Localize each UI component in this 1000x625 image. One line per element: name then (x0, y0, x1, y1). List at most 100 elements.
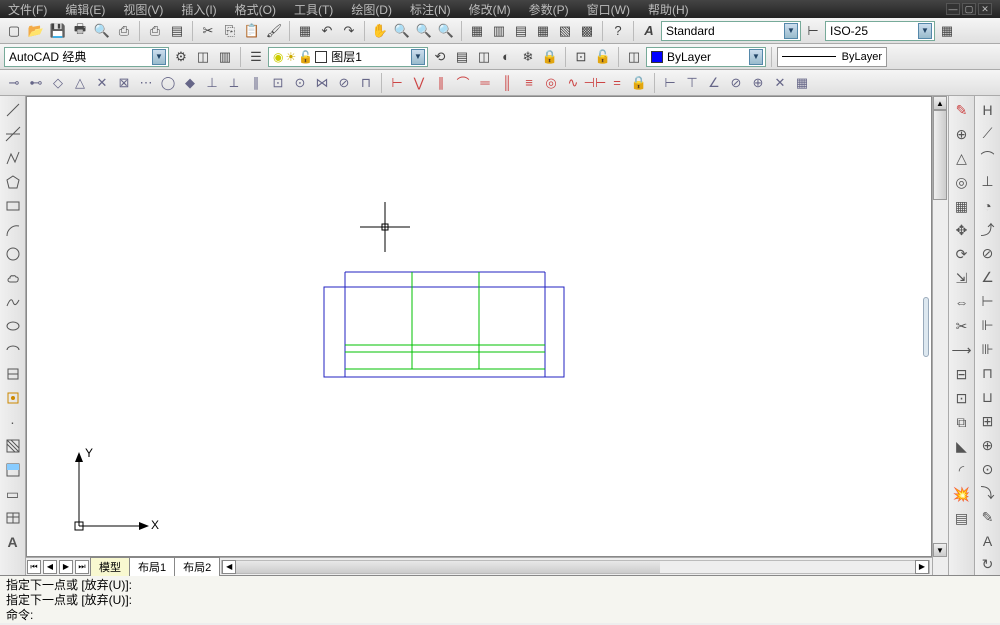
close-button[interactable]: ✕ (978, 3, 992, 15)
tolerance-icon[interactable]: ⊞ (978, 411, 998, 431)
open-icon[interactable]: 📂 (26, 21, 46, 41)
copy-obj-icon[interactable]: ⊕ (952, 124, 972, 144)
hatch-icon[interactable] (3, 436, 23, 456)
gradient-icon[interactable] (3, 460, 23, 480)
publish-icon[interactable]: ⎙ (114, 21, 134, 41)
hscroll-thumb[interactable] (236, 561, 660, 573)
design-icon[interactable]: ▥ (489, 21, 509, 41)
help-icon[interactable]: ? (608, 21, 628, 41)
plot-icon[interactable]: ⎙ (145, 21, 165, 41)
constr-coin-icon[interactable]: ⊢ (387, 73, 407, 93)
dim-quick-icon[interactable]: ⊢ (978, 292, 998, 312)
osnap-perp-icon[interactable]: ⟂ (224, 73, 244, 93)
dim-icon[interactable]: ⊢ (803, 21, 823, 41)
tool-palette-icon[interactable]: ▤ (511, 21, 531, 41)
dim-text-edit-icon[interactable]: A (978, 531, 998, 551)
scale-icon[interactable]: ⇲ (952, 268, 972, 288)
dimcon-mgr-icon[interactable]: ▦ (792, 73, 812, 93)
block-icon[interactable]: ▦ (295, 21, 315, 41)
layer-state-icon[interactable]: ▤ (452, 47, 472, 67)
osnap-near-icon[interactable]: ⋈ (312, 73, 332, 93)
ws-toolbar-icon[interactable]: ▥ (215, 47, 235, 67)
osnap-none-icon[interactable]: ⊘ (334, 73, 354, 93)
ws-my-icon[interactable]: ◫ (193, 47, 213, 67)
mirror-icon[interactable]: △ (952, 148, 972, 168)
constr-smooth-icon[interactable]: ∿ (563, 73, 583, 93)
tab-layout2[interactable]: 布局2 (174, 557, 220, 576)
rectangle-icon[interactable] (3, 196, 23, 216)
constr-line-icon[interactable] (3, 124, 23, 144)
dim-update-icon[interactable]: ↻ (978, 555, 998, 575)
menu-modify[interactable]: 修改(M) (469, 1, 511, 18)
dimcon-h-icon[interactable]: ⊢ (660, 73, 680, 93)
polygon-icon[interactable] (3, 172, 23, 192)
tab-model[interactable]: 模型 (90, 557, 130, 576)
trim-icon[interactable]: ✂ (952, 316, 972, 336)
dim-space-icon[interactable]: ⊓ (978, 363, 998, 383)
fillet-icon[interactable]: ◜ (952, 460, 972, 480)
mtext-icon[interactable]: A (3, 532, 23, 552)
draworder-icon[interactable]: ▤ (952, 508, 972, 528)
sheet-icon[interactable]: ▤ (167, 21, 187, 41)
dim-diameter-icon[interactable]: ⊘ (978, 244, 998, 264)
print-icon[interactable]: 🖶 (70, 21, 90, 41)
menu-param[interactable]: 参数(P) (529, 1, 569, 18)
tab-layout1[interactable]: 布局1 (129, 557, 175, 576)
color-combo[interactable]: ByLayer ▼ (646, 47, 766, 67)
layer-off-icon[interactable]: ◐ (496, 47, 516, 67)
constr-perp-icon[interactable]: ⋁ (409, 73, 429, 93)
tab-first-button[interactable]: ⏮ (27, 560, 41, 574)
osnap-par-icon[interactable]: ∥ (246, 73, 266, 93)
constr-eq-icon[interactable]: = (607, 73, 627, 93)
constr-hor-icon[interactable]: ═ (475, 73, 495, 93)
ellipse-icon[interactable] (3, 316, 23, 336)
menu-format[interactable]: 格式(O) (235, 1, 276, 18)
osnap-tan-icon[interactable]: ⊥ (202, 73, 222, 93)
dim-break-icon[interactable]: ⊔ (978, 387, 998, 407)
menu-tools[interactable]: 工具(T) (294, 1, 333, 18)
menu-dimension[interactable]: 标注(N) (410, 1, 451, 18)
layer-iso-icon[interactable]: ◫ (474, 47, 494, 67)
constr-par-icon[interactable]: ∥ (431, 73, 451, 93)
erase-icon[interactable]: ✎ (952, 100, 972, 120)
drawing-canvas[interactable]: Y X (26, 96, 932, 557)
copy-icon[interactable]: ⎘ (220, 21, 240, 41)
ws-settings-icon[interactable]: ⚙ (171, 47, 191, 67)
preview-icon[interactable]: 🔍 (92, 21, 112, 41)
dim-jog-icon[interactable]: ⤴ (978, 220, 998, 240)
zoom-rt-icon[interactable]: 🔍 (392, 21, 412, 41)
inspect-icon[interactable]: ⊙ (978, 459, 998, 479)
zoom-prev-icon[interactable]: 🔍 (436, 21, 456, 41)
dimcon-r-icon[interactable]: ⊘ (726, 73, 746, 93)
tab-last-button[interactable]: ⏭ (75, 560, 89, 574)
constr-ver-icon[interactable]: ║ (497, 73, 517, 93)
menu-insert[interactable]: 插入(I) (181, 1, 216, 18)
dim-arc-icon[interactable]: ⌒ (978, 148, 998, 168)
osnap-ext-icon[interactable]: ⋯ (136, 73, 156, 93)
save-icon[interactable]: 💾 (48, 21, 68, 41)
unlock-icon[interactable]: 🔓 (593, 47, 613, 67)
osnap-quad-icon[interactable]: ◆ (180, 73, 200, 93)
dimcon-v-icon[interactable]: ⊤ (682, 73, 702, 93)
dim-jogline-icon[interactable]: ⤵ (978, 483, 998, 503)
menu-file[interactable]: 文件(F) (8, 1, 47, 18)
undo-icon[interactable]: ↶ (317, 21, 337, 41)
move-icon[interactable]: ✥ (952, 220, 972, 240)
sheet-set-icon[interactable]: ▦ (533, 21, 553, 41)
table-style-icon[interactable]: ▦ (937, 21, 957, 41)
cut-icon[interactable]: ✂ (198, 21, 218, 41)
circle-icon[interactable] (3, 244, 23, 264)
constr-sym-icon[interactable]: ⊣⊢ (585, 73, 605, 93)
command-line[interactable]: 指定下一点或 [放弃(U)]: 指定下一点或 [放弃(U)]: 命令: (0, 575, 1000, 623)
dimcon-d-icon[interactable]: ⊕ (748, 73, 768, 93)
hscroll-left-button[interactable]: ◀ (222, 560, 236, 574)
layer-prev-icon[interactable]: ⟲ (430, 47, 450, 67)
osnap-end-icon[interactable]: ◇ (48, 73, 68, 93)
markup-icon[interactable]: ▧ (555, 21, 575, 41)
dimcon-a-icon[interactable]: ∠ (704, 73, 724, 93)
dim-linear-icon[interactable]: H (978, 100, 998, 120)
vscroll-down-button[interactable]: ▼ (933, 543, 947, 557)
join-icon[interactable]: ⧉ (952, 412, 972, 432)
menu-window[interactable]: 窗口(W) (587, 1, 630, 18)
menu-help[interactable]: 帮助(H) (648, 1, 689, 18)
